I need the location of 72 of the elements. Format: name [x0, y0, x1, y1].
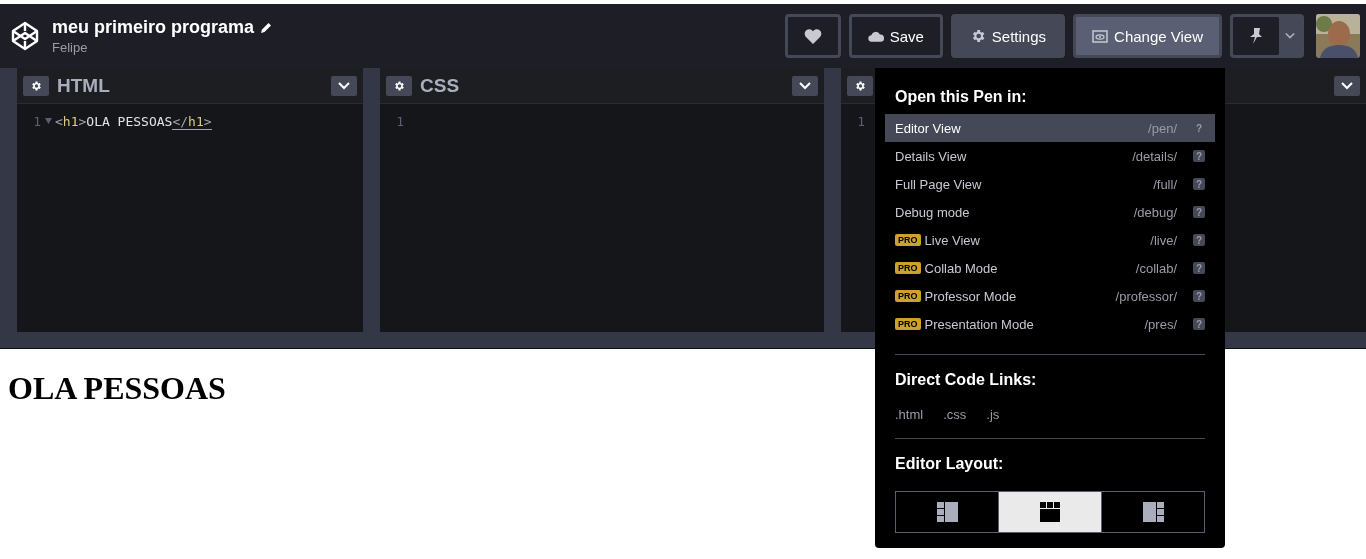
cloud-icon: [867, 30, 884, 42]
layout-right-icon: [1142, 502, 1164, 522]
pin-icon: [1249, 27, 1263, 45]
menu-item-path: /debug/: [1133, 204, 1177, 220]
line-number: 1: [856, 113, 865, 129]
menu-item[interactable]: Details View /details/ ?: [885, 142, 1215, 170]
menu-item-label: Debug mode: [895, 204, 971, 220]
chevron-down-icon: [1341, 81, 1353, 90]
editor-settings-button[interactable]: [386, 75, 412, 96]
menu-item-label: Professor Mode: [924, 288, 1018, 304]
menu-item[interactable]: Full Page View /full/ ?: [885, 170, 1215, 198]
menu-item-label: Live View: [924, 232, 981, 248]
window-eye-icon: [1092, 29, 1109, 43]
pro-badge: PRO: [895, 318, 921, 330]
menu-item[interactable]: PRO Live View /live/ ?: [885, 226, 1215, 254]
code-link[interactable]: .html: [895, 407, 924, 422]
menu-heading: Open this Pen in:: [894, 88, 1028, 106]
menu-item-label: Presentation Mode: [924, 316, 1035, 332]
chevron-down-icon: [799, 81, 811, 90]
editor-settings-button[interactable]: [847, 75, 873, 96]
pro-badge: PRO: [895, 262, 921, 274]
menu-item-path: /full/: [1153, 176, 1177, 192]
save-button[interactable]: Save: [848, 14, 943, 58]
menu-item-path: /details/: [1132, 148, 1177, 164]
view-button[interactable]: Change View: [1073, 14, 1222, 58]
chevron-down-icon: [338, 81, 350, 90]
gear-icon: [30, 79, 42, 92]
editor-title: HTML: [57, 74, 111, 97]
menu-item-label: Editor View: [895, 120, 962, 136]
pen-title: meu primeiro programa: [52, 17, 255, 38]
menu-heading: Editor Layout:: [894, 455, 1005, 473]
menu-item-path: /pres/: [1144, 316, 1177, 332]
settings-button[interactable]: Settings: [950, 14, 1066, 58]
heart-button[interactable]: [784, 14, 841, 58]
menu-item-path: /live/: [1150, 232, 1177, 248]
menu-item[interactable]: PRO Collab Mode /collab/ ?: [885, 254, 1215, 282]
gear-icon: [854, 79, 866, 92]
editor-menu-button[interactable]: [331, 75, 357, 96]
code-link[interactable]: .css: [943, 407, 967, 422]
line-number: 1: [32, 113, 41, 129]
layout-top-icon: [1040, 502, 1060, 522]
menu-heading: Direct Code Links:: [894, 371, 1038, 389]
chevron-down-icon: [1285, 32, 1295, 40]
layout-button[interactable]: [998, 492, 1101, 532]
code-line: <h1>OLA PESSOAS</h1>: [55, 113, 212, 129]
pro-badge: PRO: [895, 234, 921, 246]
menu-item[interactable]: PRO Presentation Mode /pres/ ?: [885, 310, 1215, 338]
editor-settings-button[interactable]: [23, 75, 49, 96]
menu-item[interactable]: Editor View /pen/ ?: [885, 114, 1215, 142]
pin-button[interactable]: [1233, 17, 1279, 55]
menu-item-path: /collab/: [1135, 260, 1177, 276]
editor-menu-button[interactable]: [792, 75, 818, 96]
preview-heading: OLA PESSOAS: [8, 370, 226, 407]
editor-menu-button[interactable]: [1334, 75, 1360, 96]
menu-item[interactable]: PRO Professor Mode /professor/ ?: [885, 282, 1215, 310]
fold-arrow-icon[interactable]: [44, 118, 52, 124]
menu-item[interactable]: Debug mode /debug/ ?: [885, 198, 1215, 226]
code-link[interactable]: .js: [986, 407, 1000, 422]
menu-item-label: Full Page View: [895, 176, 983, 192]
line-number: 1: [395, 113, 404, 129]
author-name: Felipe: [52, 40, 89, 55]
menu-item-path: /professor/: [1115, 288, 1177, 304]
pro-badge: PRO: [895, 290, 921, 302]
menu-item-path: /pen/: [1148, 120, 1177, 136]
gear-icon: [393, 79, 405, 92]
pencil-icon[interactable]: [260, 21, 273, 34]
cube-logo-icon[interactable]: [10, 21, 40, 51]
layout-left-icon: [936, 502, 958, 522]
menu-item-label: Collab Mode: [924, 260, 999, 276]
heart-icon: [803, 28, 822, 44]
menu-item-label: Details View: [895, 148, 968, 164]
editor-title: CSS: [420, 74, 461, 97]
